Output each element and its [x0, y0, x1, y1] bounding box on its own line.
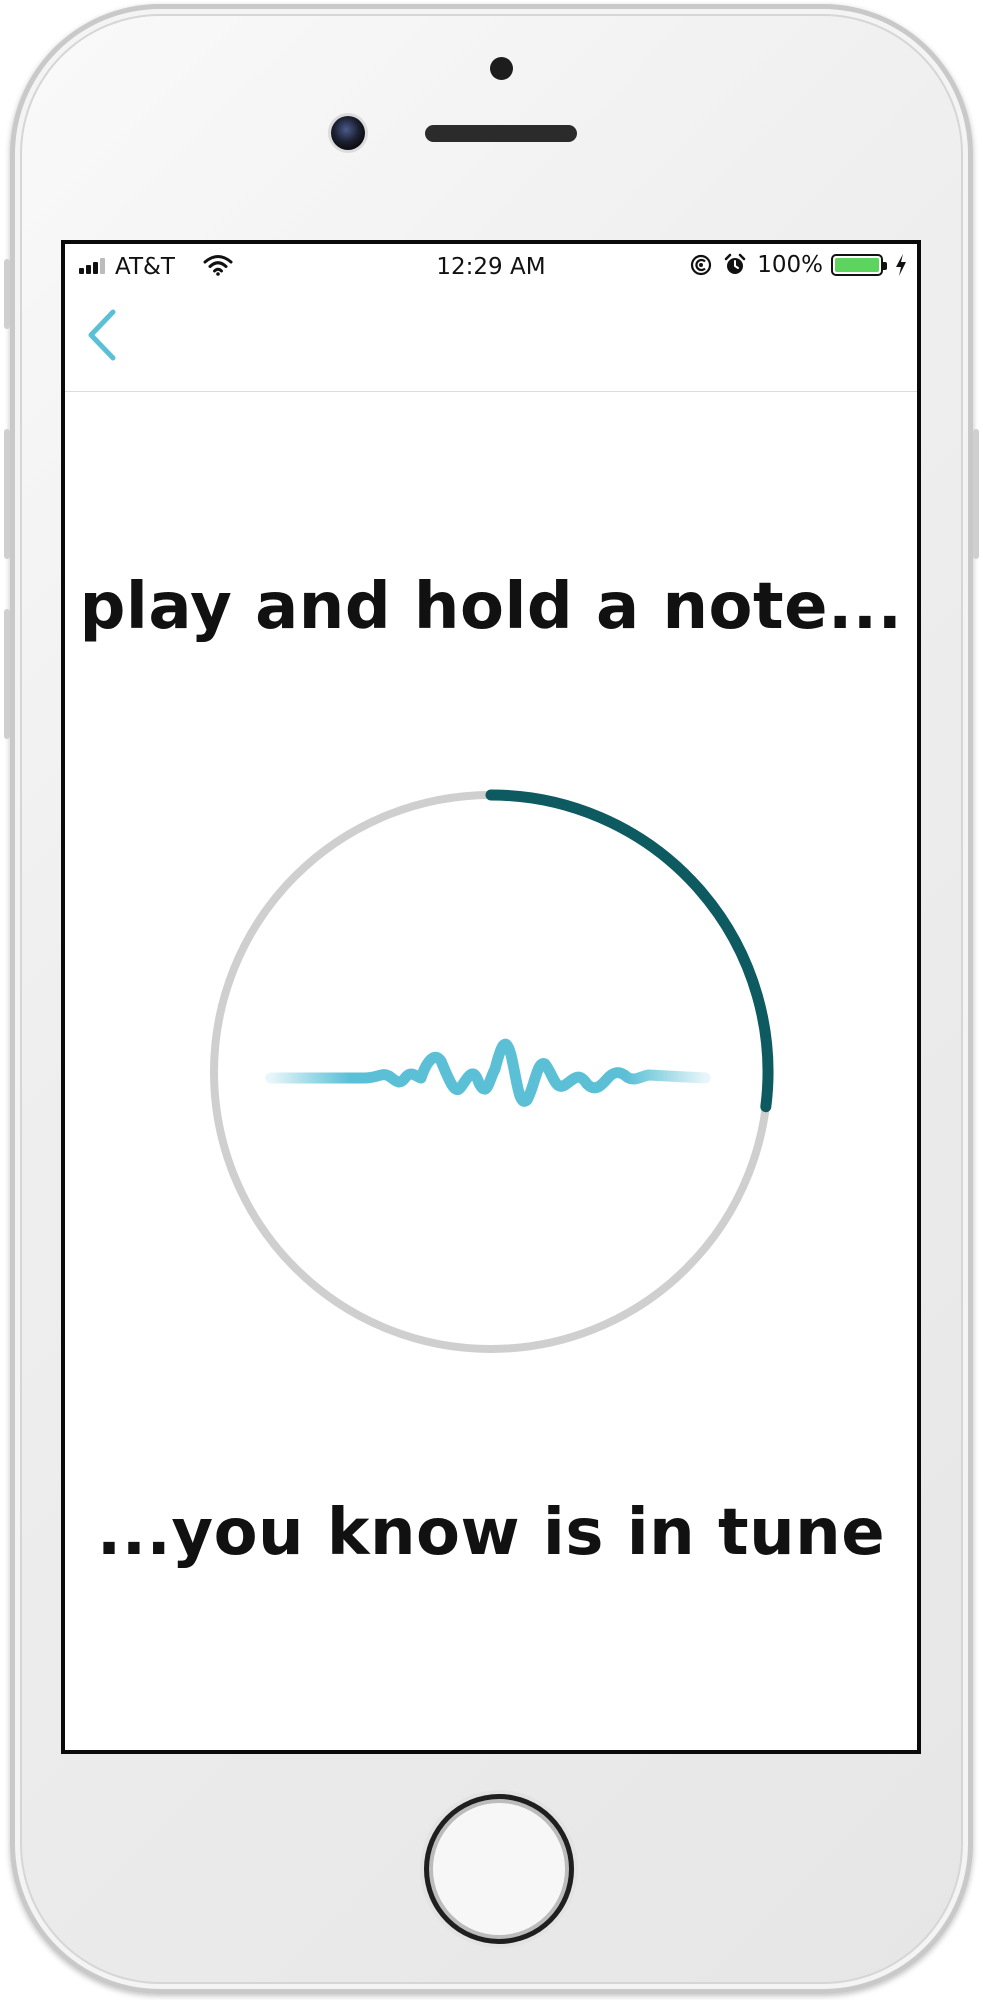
power-button: [973, 429, 979, 559]
status-right-group: 100%: [689, 252, 907, 278]
nav-bar: [65, 286, 917, 392]
status-bar: AT&T 12:29 AM 100%: [65, 244, 917, 286]
app-screen: AT&T 12:29 AM 100% play and hold a note.…: [61, 240, 921, 1754]
earpiece-speaker: [425, 125, 577, 142]
instruction-heading: play and hold a note...: [79, 570, 903, 644]
battery-icon: [831, 254, 887, 276]
charging-icon: [896, 254, 906, 276]
tuner-progress-ring: [210, 789, 774, 1353]
sound-wave-icon: [265, 1038, 711, 1107]
volume-down-button: [4, 609, 10, 739]
home-button[interactable]: [424, 1794, 574, 1944]
at-lock-icon: [691, 254, 712, 276]
volume-up-button: [4, 429, 10, 559]
proximity-sensor: [490, 57, 513, 80]
battery-nub: [883, 262, 887, 270]
mute-switch: [4, 259, 10, 329]
battery-fill: [835, 258, 879, 272]
front-camera: [331, 116, 365, 150]
alarm-icon: [724, 253, 746, 274]
chevron-left-icon[interactable]: [79, 304, 123, 366]
instruction-subheading: ...you know is in tune: [96, 1496, 886, 1570]
battery-percent: 100%: [757, 252, 823, 278]
progress-arc: [485, 789, 774, 1113]
